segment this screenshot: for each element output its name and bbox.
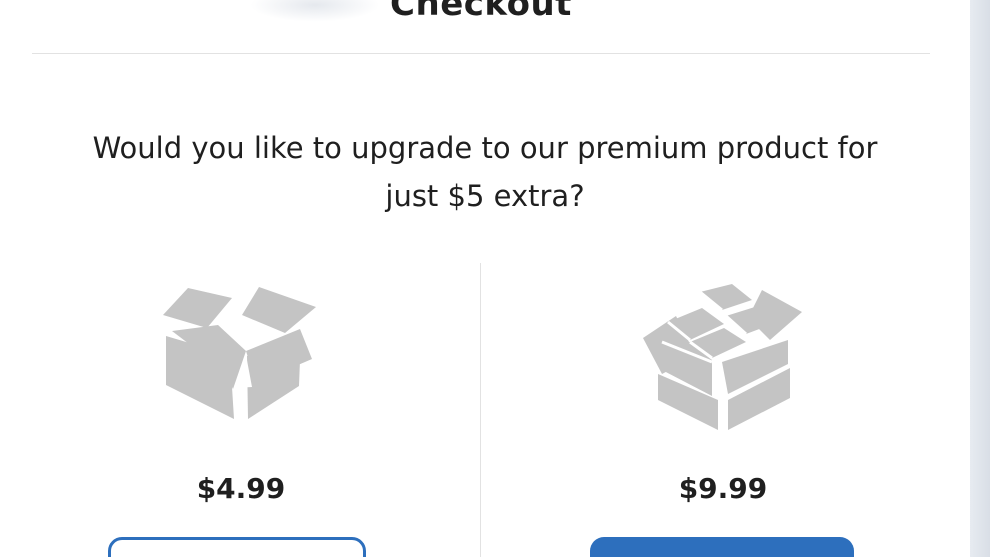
basic-price: $4.99 xyxy=(196,472,286,505)
box-of-packages-icon xyxy=(643,284,802,430)
upgrade-question: Would you like to upgrade to our premium… xyxy=(92,131,878,213)
select-basic-button[interactable] xyxy=(108,537,366,557)
checkout-upsell-page: Checkout Would you like to upgrade to ou… xyxy=(0,0,990,557)
premium-price: $9.99 xyxy=(678,472,768,505)
select-premium-button[interactable] xyxy=(590,537,854,557)
page-title: Checkout xyxy=(390,0,572,24)
open-box-icon xyxy=(163,287,316,419)
window-edge xyxy=(970,0,990,557)
options-divider xyxy=(480,263,481,557)
header-divider xyxy=(32,53,930,54)
